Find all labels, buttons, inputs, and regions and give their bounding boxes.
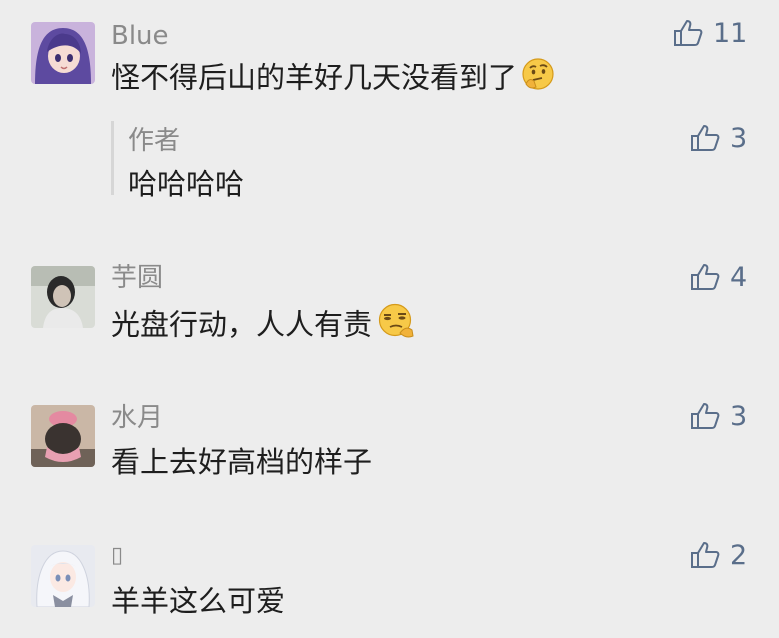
reply-divider <box>111 121 114 195</box>
thumbs-up-icon <box>691 125 720 151</box>
avatar[interactable] <box>31 545 95 607</box>
commenter-name[interactable]: 水月 <box>111 405 163 431</box>
like-count: 11 <box>713 17 748 49</box>
avatar[interactable] <box>31 266 95 328</box>
comment-text-content: 光盘行动，人人有责 <box>111 307 373 342</box>
like-button[interactable]: 2 <box>690 541 747 569</box>
commenter-name[interactable]: 芋圆 <box>111 265 163 291</box>
reply-text: 哈哈哈哈 <box>128 167 245 201</box>
commenter-name[interactable]: Blue <box>111 23 169 49</box>
avatar[interactable] <box>31 405 95 467</box>
comment-text: 怪不得后山的羊好几天没看到了 <box>111 58 555 96</box>
thinking-emoji-icon <box>521 58 555 96</box>
thumbs-up-icon <box>674 20 703 46</box>
thumbs-up-icon <box>691 403 720 429</box>
avatar[interactable] <box>31 22 95 84</box>
comment-text: 看上去好高档的样子 <box>111 445 373 479</box>
like-count: 3 <box>730 122 748 154</box>
commenter-name[interactable]: ▯ <box>111 545 123 567</box>
like-button[interactable]: 3 <box>690 402 747 430</box>
comment-text: 光盘行动，人人有责 <box>111 303 416 344</box>
reply-author-name[interactable]: 作者 <box>128 128 180 154</box>
like-button[interactable]: 4 <box>690 263 747 291</box>
comment-text-content: 怪不得后山的羊好几天没看到了 <box>111 60 518 95</box>
like-count: 3 <box>730 400 748 432</box>
comment-text: 羊羊这么可爱 <box>111 584 286 618</box>
reply-like-button[interactable]: 3 <box>690 124 747 152</box>
thumbs-up-icon <box>691 542 720 568</box>
thumbs-up-icon <box>691 264 720 290</box>
like-count: 2 <box>730 539 748 571</box>
smirk-thinking-emoji-icon <box>376 303 416 344</box>
like-button[interactable]: 11 <box>673 19 747 47</box>
like-count: 4 <box>730 261 748 293</box>
